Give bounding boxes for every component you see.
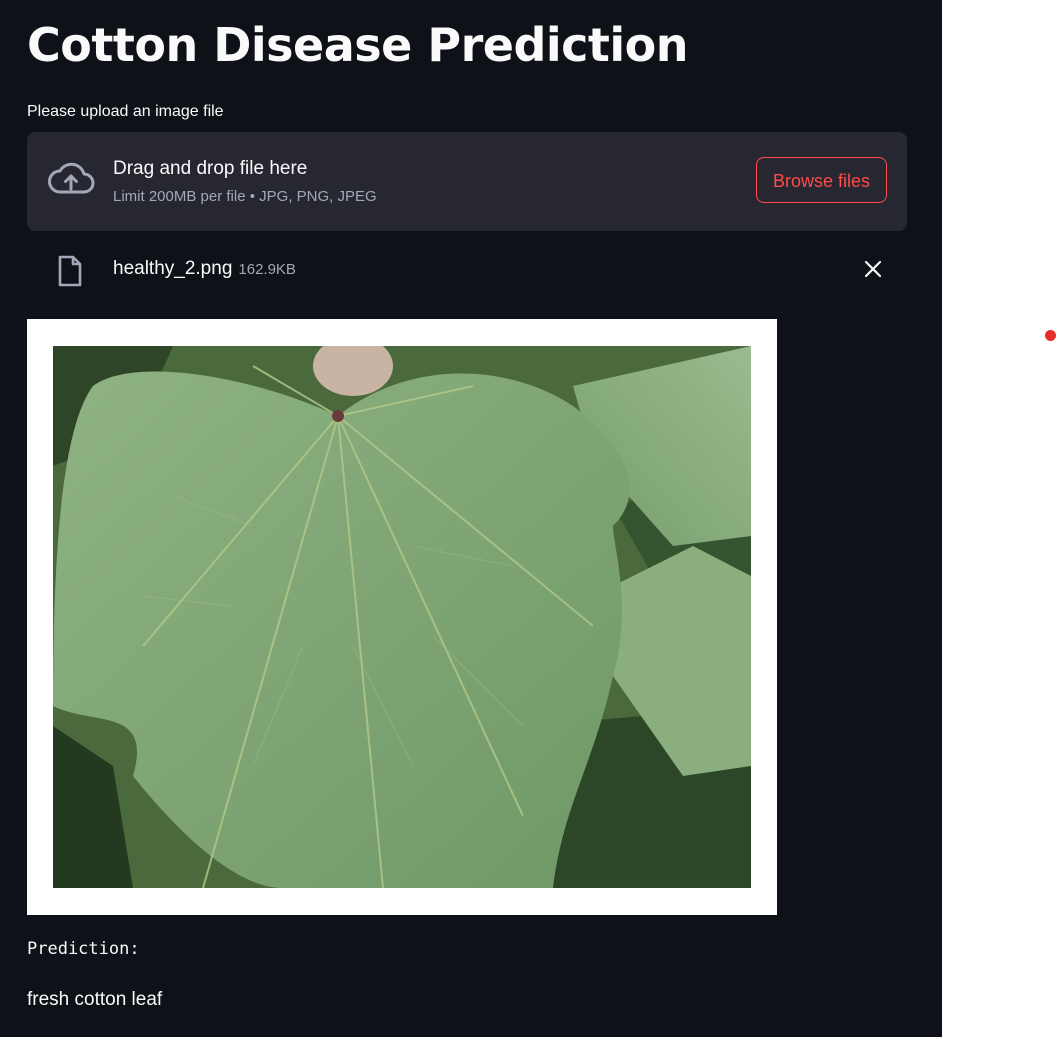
dropzone-text: Drag and drop file here: [113, 158, 308, 179]
file-dropzone[interactable]: Drag and drop file here Limit 200MB per …: [27, 132, 907, 231]
file-icon: [58, 255, 82, 287]
uploaded-file-info: healthy_2.png 162.9KB: [113, 257, 296, 282]
upload-label: Please upload an image file: [27, 103, 224, 120]
cotton-leaf-image: [53, 346, 751, 888]
dropzone-instructions: Drag and drop file here Limit 200MB per …: [113, 156, 377, 208]
prediction-label: Prediction:: [27, 939, 140, 959]
status-indicator-dot: [1045, 330, 1056, 341]
file-limit-text: Limit 200MB per file • JPG, PNG, JPEG: [113, 188, 377, 205]
browse-files-button[interactable]: Browse files: [756, 157, 887, 203]
uploaded-image: [27, 319, 777, 915]
uploaded-file-size: 162.9KB: [238, 261, 296, 278]
page-title: Cotton Disease Prediction: [27, 18, 689, 72]
cloud-upload-icon: [48, 162, 95, 194]
uploaded-file-name: healthy_2.png: [113, 258, 233, 279]
close-icon[interactable]: [863, 259, 883, 279]
uploaded-file-row: healthy_2.png 162.9KB: [27, 247, 907, 291]
prediction-value: fresh cotton leaf: [27, 989, 163, 1010]
app-main: Cotton Disease Prediction Please upload …: [0, 0, 942, 1037]
